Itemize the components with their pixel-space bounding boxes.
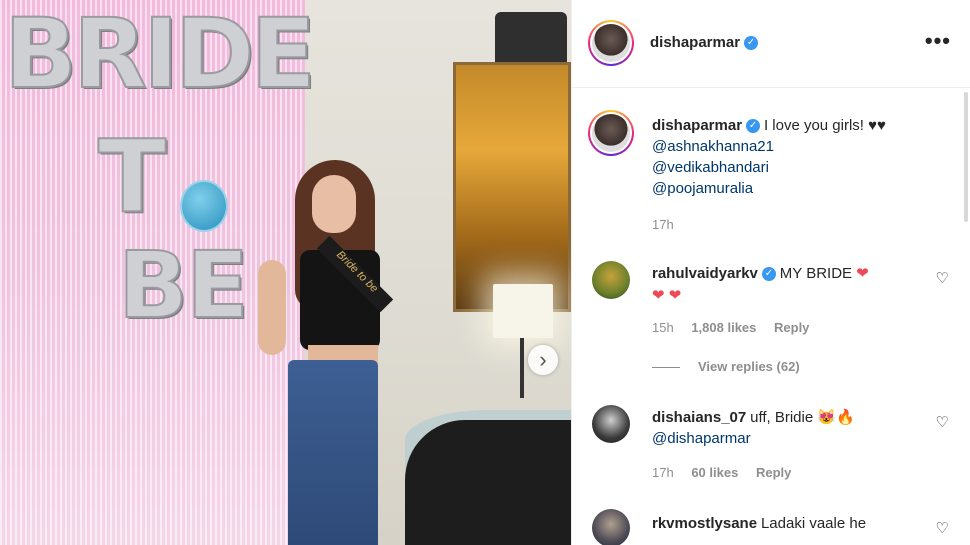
- author-avatar[interactable]: [588, 20, 634, 66]
- caption-username[interactable]: dishaparmar: [652, 117, 742, 134]
- heart-outline-icon[interactable]: ♡: [936, 519, 949, 537]
- heart-outline-icon[interactable]: ♡: [936, 413, 949, 431]
- comment-likes[interactable]: 1,808 likes: [691, 320, 756, 335]
- chevron-right-icon: ›: [539, 347, 547, 372]
- comment-likes[interactable]: 60 likes: [691, 465, 738, 480]
- comment-text: uff, Bridie 😻🔥: [750, 409, 855, 426]
- caption-mention[interactable]: @ashnakhanna21: [652, 136, 952, 157]
- woman-arm: [258, 260, 286, 355]
- ring-balloon: [180, 180, 228, 232]
- heart-outline-icon[interactable]: ♡: [936, 269, 949, 287]
- reply-button[interactable]: Reply: [774, 320, 809, 335]
- next-photo-button[interactable]: ›: [528, 345, 558, 375]
- caption-mention[interactable]: @vedikabhandari: [652, 157, 952, 178]
- woman-figure: Bride to be: [250, 155, 410, 545]
- caption-avatar[interactable]: [588, 110, 634, 156]
- caption-text: I love you girls! ♥♥: [763, 117, 886, 134]
- post-side-panel: dishaparmar ✓ ••• dishaparmar ✓ I love you…: [571, 0, 970, 545]
- lamp-pole: [520, 338, 524, 398]
- comment-username[interactable]: dishaians_07: [652, 409, 746, 426]
- balloon-text-bride: BRIDE: [3, 0, 317, 111]
- comments-list[interactable]: dishaparmar ✓ I love you girls! ♥♥ @ashna…: [572, 89, 970, 545]
- caption-time: 17h: [652, 217, 674, 232]
- reply-button[interactable]: Reply: [756, 465, 791, 480]
- comments-scrollbar[interactable]: [964, 92, 968, 222]
- post-photo[interactable]: BRIDE T BE Bride to be ›: [0, 0, 571, 545]
- lamp-shade: [493, 284, 553, 338]
- comment-meta: 17h 60 likes Reply: [652, 465, 932, 480]
- comment-time: 17h: [652, 465, 674, 480]
- comment-username[interactable]: rahulvaidyarkv: [652, 265, 758, 282]
- author-username[interactable]: dishaparmar: [650, 34, 740, 51]
- table-base: [405, 420, 571, 545]
- comment-avatar[interactable]: [592, 261, 630, 299]
- comment-mention[interactable]: @dishaparmar: [652, 428, 932, 449]
- comment-item: rahulvaidyarkv ✓ MY BRIDE ❤ ❤ ❤ 15h 1,808…: [572, 257, 970, 347]
- red-heart-emoji: ❤: [856, 265, 869, 282]
- comment-item: dishaians_07 uff, Bridie 😻🔥 @dishaparmar…: [572, 401, 970, 491]
- view-replies-divider: [652, 367, 680, 369]
- post-header: dishaparmar ✓ •••: [572, 0, 970, 88]
- comment-text: MY BRIDE: [779, 265, 857, 282]
- comment-time: 15h: [652, 320, 674, 335]
- comment-text: Ladaki vaale he: [760, 515, 867, 532]
- comment-meta: 15h 1,808 likes Reply: [652, 320, 932, 335]
- verified-badge-icon: ✓: [746, 119, 761, 134]
- comment-avatar[interactable]: [592, 509, 630, 545]
- view-replies-button[interactable]: View replies (62): [652, 359, 800, 374]
- caption-mention[interactable]: @poojamuralia: [652, 178, 952, 199]
- comment-avatar[interactable]: [592, 405, 630, 443]
- balloon-text-t: T: [97, 117, 167, 236]
- red-heart-emoji: ❤ ❤: [652, 287, 682, 304]
- comment-item: rkvmostlysane Ladaki vaale he ♡: [572, 509, 970, 545]
- balloon-text-be: BE: [117, 231, 250, 340]
- caption-block: dishaparmar ✓ I love you girls! ♥♥ @ashna…: [572, 89, 970, 239]
- view-replies-label: View replies (62): [698, 359, 800, 374]
- comment-username[interactable]: rkvmostlysane: [652, 515, 757, 532]
- wall-painting: [453, 62, 571, 312]
- verified-badge-icon: ✓: [761, 267, 776, 282]
- woman-jeans: [288, 360, 378, 545]
- woman-face: [312, 175, 356, 233]
- more-options-icon[interactable]: •••: [925, 28, 951, 54]
- verified-badge-icon: ✓: [744, 36, 759, 51]
